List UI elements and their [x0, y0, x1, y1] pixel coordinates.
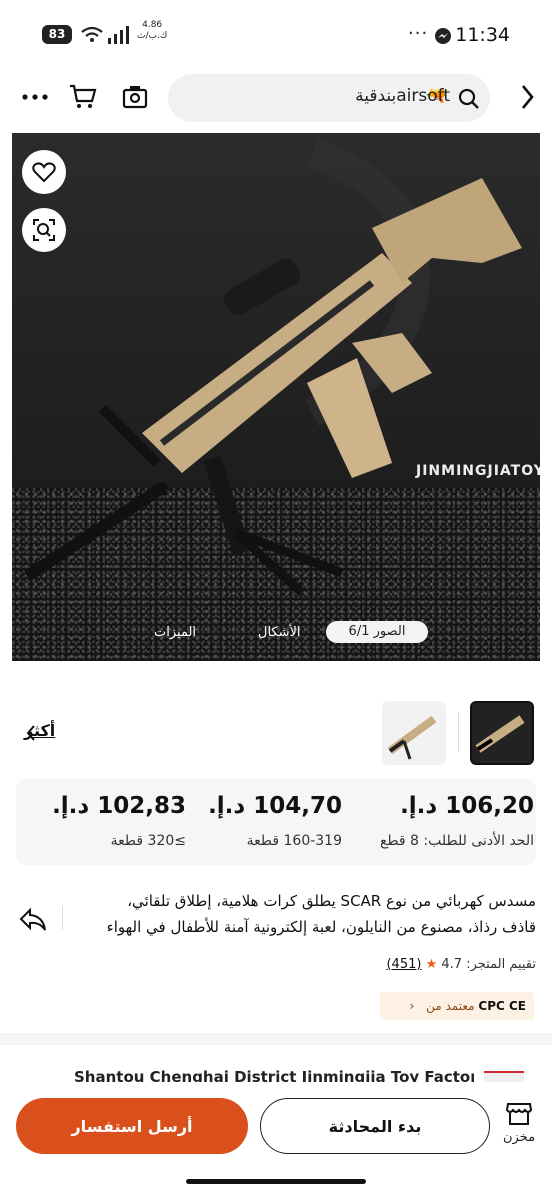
search-bar[interactable]: 🔫 airsoftبندقية	[168, 74, 490, 122]
clock: 11:34	[455, 24, 510, 46]
network-speed-value: 4.86	[142, 20, 163, 30]
price-tier-2: 104,70 د.إ.	[208, 793, 342, 819]
store-button[interactable]: مخزن	[498, 1100, 540, 1156]
rating-value: 4.7	[441, 957, 463, 972]
share-icon[interactable]	[18, 904, 48, 934]
chevron-left-icon[interactable]	[26, 725, 36, 741]
rating-label: تقييم المتجر:	[466, 957, 536, 972]
brand-watermark: JINMINGJIATOYS	[416, 463, 540, 479]
network-speed: 4.86 ك.ب/ث	[137, 20, 167, 42]
certification-badge[interactable]: CPC CE معتمد من ‹	[380, 992, 534, 1020]
favorite-button[interactable]	[22, 150, 66, 194]
tab-shapes[interactable]: الأشكال	[258, 625, 301, 640]
tab-features[interactable]: الميزات	[154, 625, 196, 640]
tab-photos[interactable]: الصور 6/1	[326, 621, 428, 643]
rifle-illustration	[26, 138, 522, 597]
price-tier-1: 106,20 د.إ.	[400, 793, 534, 819]
image-tabs: الميزات الأشكال الصور 6/1	[12, 621, 540, 647]
bottom-action-bar: أرسل استفسار بدء المحادثة مخزن	[0, 1082, 552, 1195]
thumbnail-1[interactable]	[470, 701, 534, 765]
product-title: مسدس كهربائي من نوع SCAR يطلق كرات هلامي…	[106, 892, 536, 936]
price-tier-2-qty: 160-319 قطعة	[246, 833, 342, 849]
price-tier-3: 102,83 د.إ.	[52, 793, 186, 819]
section-divider	[0, 1033, 552, 1045]
camera-search-icon[interactable]	[120, 82, 150, 112]
top-nav-bar: 🔫 airsoftبندقية	[0, 70, 552, 130]
price-tier-3-qty: ≥320 قطعة	[110, 833, 186, 849]
product-image[interactable]: JINMINGJIATOYS الميزات الأشكال الصور 6/1	[12, 133, 540, 661]
status-more-dots: ···	[408, 23, 429, 44]
store-rating[interactable]: تقييم المتجر: 4.7 ★ (451)	[386, 957, 536, 972]
lens-scan-icon	[33, 219, 55, 241]
price-tier-1-qty: الحد الأدنى للطلب: 8 قطع	[379, 833, 534, 849]
heart-icon	[32, 162, 56, 183]
home-indicator	[186, 1179, 366, 1184]
cart-icon[interactable]	[68, 82, 98, 112]
supplier-name[interactable]: Shantou Chenghai District Jinmingjia Toy…	[74, 1068, 474, 1082]
share-divider	[62, 906, 63, 930]
image-search-button[interactable]	[22, 208, 66, 252]
rating-count[interactable]: (451)	[386, 957, 421, 972]
price-tiers-panel: 106,20 د.إ. الحد الأدنى للطلب: 8 قطع 104…	[16, 779, 536, 865]
network-speed-unit: ك.ب/ث	[137, 31, 168, 41]
store-label: مخزن	[502, 1130, 536, 1145]
chevron-left-icon: ‹	[409, 999, 415, 1013]
search-icon[interactable]	[458, 88, 480, 110]
status-bar: 83 4.86 ك.ب/ث ··· 11:34	[0, 0, 552, 70]
more-options-icon[interactable]	[20, 82, 50, 112]
search-query[interactable]: airsoftبندقية	[355, 86, 450, 106]
store-icon	[505, 1103, 533, 1125]
messenger-icon	[435, 28, 451, 44]
signal-icon	[108, 26, 129, 44]
thumb-divider	[458, 712, 459, 752]
star-icon: ★	[425, 957, 438, 972]
wifi-icon	[81, 26, 103, 42]
back-chevron-icon[interactable]	[512, 82, 542, 112]
cert-label: معتمد من	[426, 999, 475, 1013]
send-inquiry-button[interactable]: أرسل استفسار	[16, 1098, 248, 1154]
cert-marks: CPC CE	[478, 999, 526, 1013]
battery-indicator: 83	[42, 25, 72, 44]
start-chat-button[interactable]: بدء المحادثة	[260, 1098, 490, 1154]
thumbnail-2[interactable]	[382, 701, 446, 765]
